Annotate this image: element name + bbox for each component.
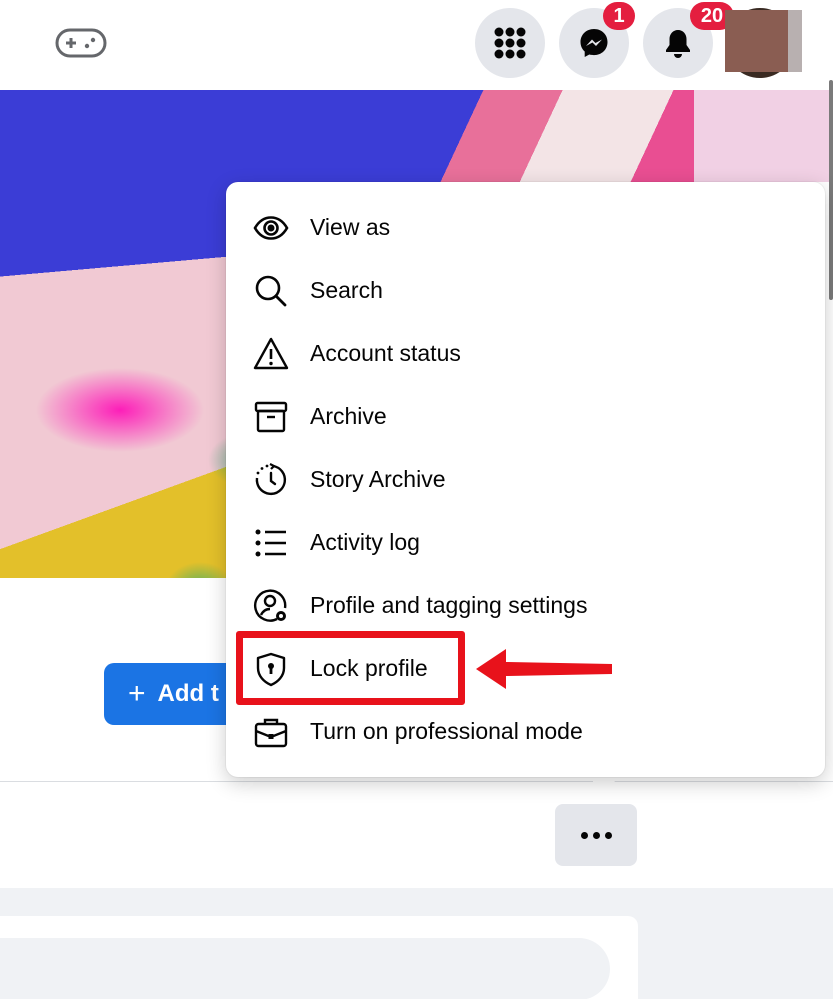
profile-divider [0,781,833,782]
facebook-profile-page: 1 20 + Add t View as Search Account stat… [0,0,833,999]
briefcase-icon [252,713,290,751]
eye-icon [252,209,290,247]
menu-item-label: Lock profile [310,655,428,681]
messenger-badge: 1 [603,2,635,30]
menu-item-archive[interactable]: Archive [226,385,825,448]
more-options-button[interactable] [555,804,637,866]
profile-settings-icon [252,587,290,625]
menu-button[interactable] [475,8,545,78]
bell-icon [666,30,690,58]
post-composer-input[interactable] [0,938,610,999]
menu-item-story-archive[interactable]: Story Archive [226,448,825,511]
ellipsis-dot [604,831,612,839]
cover-photo-top-right [420,90,694,182]
menu-item-label: Search [310,277,383,303]
profile-options-menu: View as Search Account status Archive St [226,182,825,777]
search-icon [252,272,290,310]
menu-item-label: Account status [310,340,461,366]
avatar-redaction-edge [788,10,802,72]
menu-item-profile-tagging-settings[interactable]: Profile and tagging settings [226,574,825,637]
menu-item-account-status[interactable]: Account status [226,322,825,385]
top-navigation-bar: 1 20 [0,0,833,90]
plus-icon: + [128,677,146,710]
archive-box-icon [252,398,290,436]
cover-photo-edge [694,90,829,182]
messenger-icon [580,29,608,57]
menu-item-label: Activity log [310,529,420,555]
menu-item-label: Archive [310,403,387,429]
gamepad-icon[interactable] [55,28,107,58]
ellipsis-icon [580,831,588,839]
shield-lock-icon [252,650,290,688]
story-clock-icon [252,461,290,499]
menu-item-label: Story Archive [310,466,446,492]
menu-item-view-as[interactable]: View as [226,196,825,259]
grid-menu-icon [494,27,526,59]
scrollbar[interactable] [829,80,833,300]
menu-item-professional-mode[interactable]: Turn on professional mode [226,700,825,763]
ellipsis-dot [592,831,600,839]
menu-item-label: View as [310,214,391,240]
warning-icon [252,335,290,373]
menu-item-activity-log[interactable]: Activity log [226,511,825,574]
menu-item-lock-profile[interactable]: Lock profile [226,637,825,700]
list-icon [252,524,290,562]
menu-item-search[interactable]: Search [226,259,825,322]
menu-item-label: Profile and tagging settings [310,592,588,618]
menu-item-label: Turn on professional mode [310,718,583,744]
add-to-story-label: Add t [157,680,219,707]
